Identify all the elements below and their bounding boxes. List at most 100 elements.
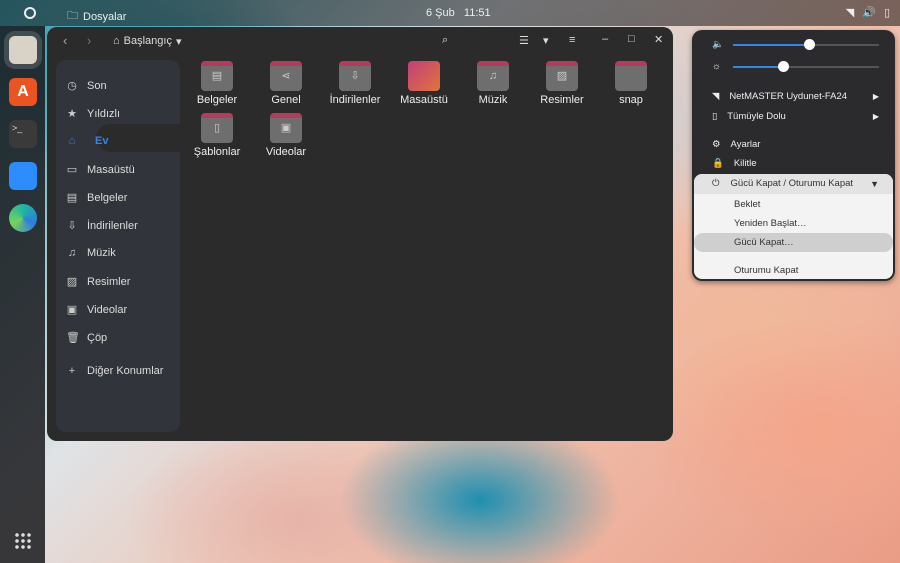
music-icon: ♫: [67, 247, 77, 259]
log-out-item[interactable]: Oturumu Kapat: [734, 265, 798, 276]
sidebar-item-8[interactable]: ▣ Videolar: [66, 303, 127, 317]
star-icon: ★: [67, 108, 77, 120]
image-icon: ▨: [66, 276, 78, 288]
volume-icon: 🔈: [712, 39, 724, 50]
folder-item[interactable]: ▤ Belgeler: [187, 61, 247, 106]
folder-label: Masaüstü: [400, 94, 448, 106]
battery-icon: ▯: [883, 7, 890, 19]
maximize-button[interactable]: □: [628, 33, 635, 45]
dock-edge-dev[interactable]: [9, 204, 37, 232]
settings-item[interactable]: ⚙ Ayarlar: [712, 139, 760, 150]
folder-icon: 🗀: [67, 10, 78, 22]
file-manager-window: ‹ › ⌂ Başlangıç ▾ ⌕ ☰ ▾ ≡ – □ ✕ ◷ Son ★ Yıldı…: [47, 27, 673, 441]
lock-item[interactable]: 🔒 Kilitle: [712, 158, 757, 169]
menu-icon[interactable]: ≡: [569, 34, 575, 46]
plus-icon: +: [68, 365, 76, 377]
sidebar-item-6[interactable]: ♫ Müzik: [66, 247, 116, 259]
date: 6 Şub: [426, 7, 455, 19]
wifi-icon: ◥: [845, 7, 855, 19]
restart-item[interactable]: Yeniden Başlat…: [734, 218, 807, 229]
close-button[interactable]: ✕: [654, 33, 663, 46]
dock-files[interactable]: [9, 36, 37, 64]
sidebar-item-1[interactable]: ★ Yıldızlı: [66, 107, 121, 121]
sidebar-item-label: Ev: [95, 135, 109, 147]
dock-terminal[interactable]: >_: [9, 120, 37, 148]
sidebar-item-label: Son: [87, 79, 107, 92]
sidebar-item-5[interactable]: ⇩ İndirilenler: [66, 219, 137, 233]
app-menu[interactable]: 🗀 Dosyalar: [67, 7, 126, 26]
sidebar-item-label: Masaüstü: [87, 163, 135, 176]
settings-label: Ayarlar: [730, 139, 761, 150]
lock-label: Kilitle: [733, 158, 757, 169]
folder-label: Şablonlar: [193, 146, 241, 158]
forward-button[interactable]: ›: [87, 33, 91, 48]
quick-settings-panel: 🔈 ☼ ◥ NetMASTER Uydunet-FA24 ▶ ▯ Tümüyle Do…: [692, 30, 895, 281]
folder-icon: ▤: [201, 61, 233, 91]
folder-label: Genel: [271, 94, 301, 106]
folder-item[interactable]: ⇩ İndirilenler: [325, 61, 385, 106]
home-icon: ⌂: [113, 35, 120, 47]
folder-label: Videolar: [265, 146, 307, 158]
sidebar-item-2[interactable]: ⌂ Ev: [66, 135, 109, 147]
activities-button[interactable]: [24, 7, 36, 19]
folder-item[interactable]: ▯ Şablonlar: [187, 113, 247, 158]
battery-label: Tümüyle Dolu: [727, 111, 786, 122]
back-button[interactable]: ‹: [63, 33, 67, 48]
battery-icon: ▯: [712, 111, 718, 122]
power-submenu: ⏻ Gücü Kapat / Oturumu Kapat ▼ Beklet Yen…: [694, 174, 893, 279]
path-label: Başlangıç: [123, 35, 172, 47]
chevron-down-icon[interactable]: ▾: [543, 34, 549, 47]
gear-icon: ⚙: [712, 139, 721, 150]
folder-label: Resimler: [540, 94, 584, 106]
battery-menu[interactable]: ▯ Tümüyle Dolu: [712, 111, 786, 122]
power-off-item[interactable]: Gücü Kapat…: [734, 237, 794, 248]
folder-item[interactable]: ♫ Müzik: [463, 61, 523, 106]
dock-zoom[interactable]: [9, 162, 37, 190]
chevron-down-icon: ▾: [175, 36, 182, 48]
sidebar-item-label: Yıldızlı: [87, 107, 121, 120]
power-header-row[interactable]: ⏻ Gücü Kapat / Oturumu Kapat: [712, 178, 853, 189]
sidebar-item-label: Çöp: [87, 331, 108, 344]
folder-label: snap: [619, 94, 643, 106]
system-tray[interactable]: ◥ 🔊 ▯: [846, 6, 890, 19]
wifi-menu[interactable]: ◥ NetMASTER Uydunet-FA24: [712, 91, 847, 102]
sidebar-item-0[interactable]: ◷ Son: [66, 79, 107, 93]
view-list-icon[interactable]: ☰: [519, 34, 529, 47]
sidebar-item-4[interactable]: ▤ Belgeler: [66, 191, 128, 205]
folder-item[interactable]: ⋖ Genel: [256, 61, 316, 106]
folder-icon: [615, 61, 647, 91]
path-bar[interactable]: ⌂ Başlangıç ▾: [113, 35, 182, 48]
folder-label: Belgeler: [196, 94, 238, 106]
folder-icon: ♫: [477, 61, 509, 91]
dock-app-center[interactable]: A: [9, 78, 37, 106]
folder-item[interactable]: Masaüstü: [394, 61, 454, 106]
search-icon[interactable]: ⌕: [442, 34, 448, 47]
folder-label: Müzik: [478, 94, 508, 106]
lock-icon: 🔒: [712, 158, 724, 169]
show-apps-button[interactable]: [14, 532, 32, 550]
folder-item[interactable]: ▣ Videolar: [256, 113, 316, 158]
sidebar-item-9[interactable]: 🗑 Çöp: [66, 331, 108, 345]
sidebar-item-10[interactable]: + Diğer Konumlar: [66, 365, 164, 377]
folder-label: İndirilenler: [329, 94, 381, 106]
brightness-slider[interactable]: [733, 61, 879, 72]
suspend-item[interactable]: Beklet: [734, 199, 760, 210]
sidebar-item-7[interactable]: ▨ Resimler: [66, 275, 131, 289]
clock[interactable]: 6 Şub 11:51: [426, 7, 491, 19]
submenu-arrow-icon: ▶: [872, 112, 879, 121]
sidebar-item-3[interactable]: ▭ Masaüstü: [66, 163, 135, 177]
folder-item[interactable]: ▨ Resimler: [532, 61, 592, 106]
app-name: Dosyalar: [83, 10, 127, 23]
document-icon: ▤: [66, 192, 78, 204]
submenu-arrow-icon: ▶: [872, 92, 879, 101]
sidebar-item-label: Resimler: [87, 275, 131, 288]
minimize-button[interactable]: –: [602, 33, 608, 45]
folder-item[interactable]: snap: [601, 61, 661, 106]
volume-slider[interactable]: [733, 39, 879, 50]
home-icon: ⌂: [68, 135, 76, 147]
wifi-label: NetMASTER Uydunet-FA24: [729, 91, 848, 102]
sidebar-item-label: Diğer Konumlar: [87, 365, 164, 377]
sidebar-item-label: Belgeler: [87, 191, 128, 204]
folder-icon: ⋖: [270, 61, 302, 91]
sidebar-selection: [96, 124, 188, 152]
